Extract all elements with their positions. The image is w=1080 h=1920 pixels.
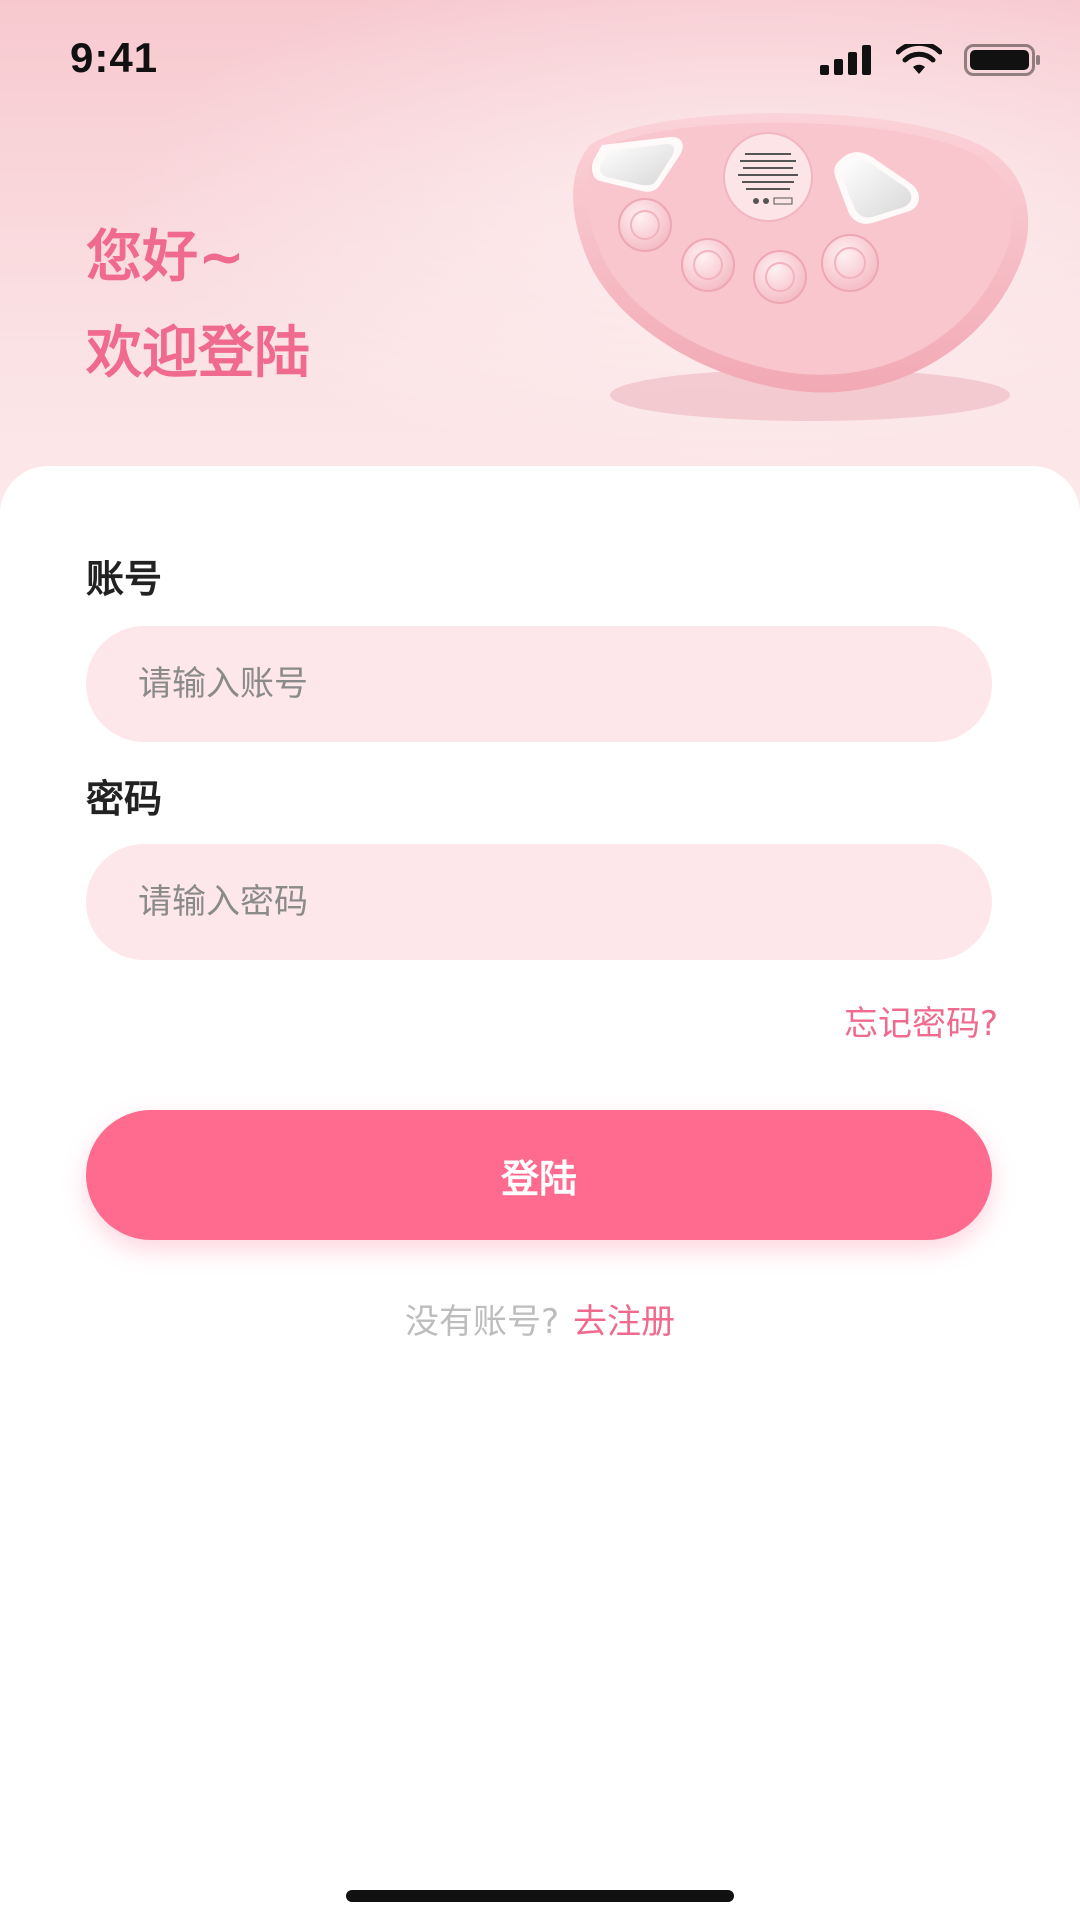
- account-label: 账号: [86, 557, 163, 601]
- greeting-welcome: 欢迎登陆: [86, 321, 310, 386]
- status-icons: [820, 44, 1042, 76]
- register-prompt: 没有账号?: [404, 1302, 560, 1342]
- register-row: 没有账号? 去注册: [0, 1294, 1080, 1343]
- login-button[interactable]: 登陆: [86, 1110, 992, 1240]
- password-input[interactable]: [86, 844, 992, 960]
- greeting-hello: 您好~: [86, 225, 245, 290]
- status-bar: 9:41: [0, 0, 1080, 120]
- wifi-icon: [896, 44, 942, 74]
- register-link[interactable]: 去注册: [573, 1302, 675, 1342]
- greeting: 您好~ 欢迎登陆: [86, 210, 310, 402]
- status-time: 9:41: [70, 34, 159, 81]
- signal-icon: [820, 45, 871, 75]
- login-screen: 9:41 您好~ 欢迎登陆 账号 请输入账号 密码 忘记密码? 登陆 没有账号?…: [0, 0, 1080, 1920]
- login-card: 账号 密码 忘记密码? 登陆 没有账号? 去注册: [0, 466, 1080, 1920]
- device-illustration: [573, 113, 1029, 421]
- password-label: 密码: [86, 777, 163, 821]
- account-input[interactable]: [86, 626, 992, 742]
- battery-icon: [964, 44, 1040, 76]
- forgot-password-link[interactable]: 忘记密码?: [844, 996, 998, 1045]
- home-indicator: [346, 1890, 734, 1902]
